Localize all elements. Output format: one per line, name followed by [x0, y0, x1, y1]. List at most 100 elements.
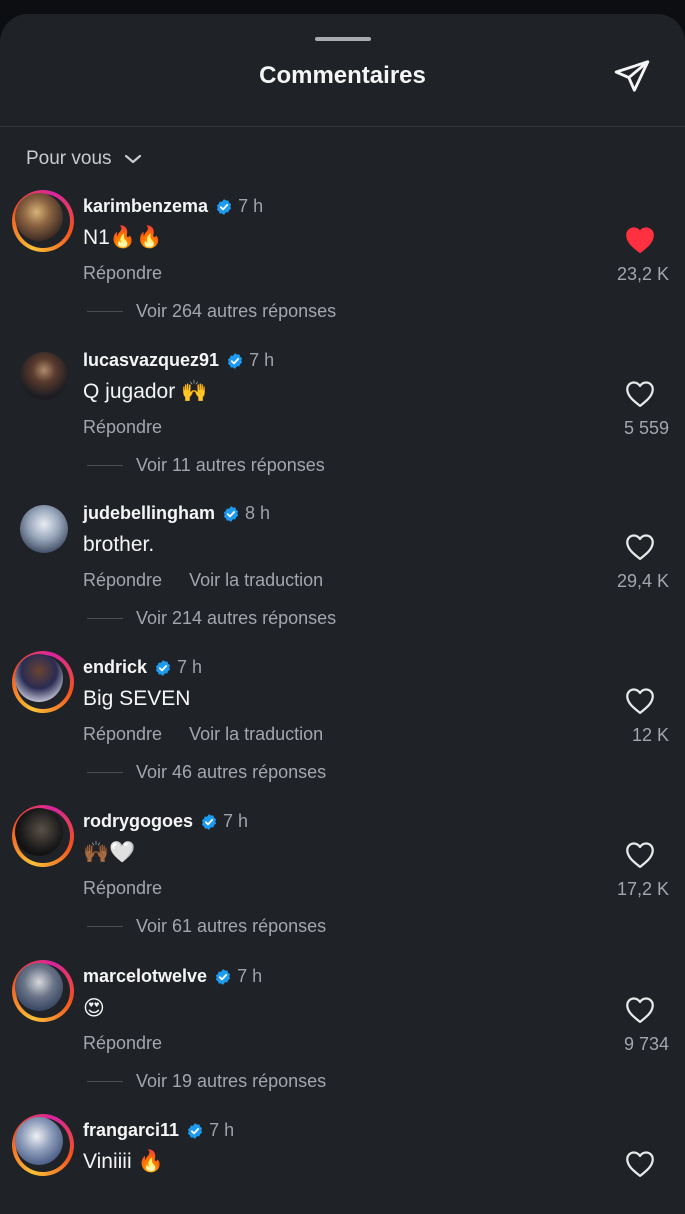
verified-badge-icon: [216, 968, 231, 985]
like-count: 23,2 K: [616, 264, 669, 284]
avatar[interactable]: [12, 651, 74, 713]
avatar-photo: [15, 963, 63, 1011]
like-count: 5 559: [623, 418, 669, 438]
verified-badge-icon: [155, 659, 171, 676]
translate-button[interactable]: Voir la traduction: [189, 724, 323, 745]
view-replies-label: Voir 214 autres réponses: [136, 608, 337, 628]
comment-text: N1🔥🔥: [83, 226, 163, 249]
view-replies-button[interactable]: Voir 46 autres réponses: [87, 762, 326, 783]
avatar-photo: [15, 808, 63, 856]
comment-actions: Répondre: [83, 878, 189, 899]
like-count: 17,2 K: [616, 879, 669, 899]
comment-username[interactable]: marcelotwelve: [83, 966, 207, 987]
translate-button[interactable]: Voir la traduction: [189, 570, 323, 591]
verified-badge-icon: [228, 352, 243, 369]
comments-sheet: Commentaires Pour vous karimbenzema 7 h …: [0, 14, 685, 1214]
comment-actions: Répondre Voir la traduction: [83, 724, 350, 745]
avatar-photo: [15, 654, 63, 702]
replies-divider: [87, 1081, 123, 1082]
heart-icon[interactable]: [625, 226, 655, 254]
heart-icon[interactable]: [625, 996, 655, 1024]
comment-username[interactable]: judebellingham: [83, 503, 215, 524]
comment-time: 7 h: [177, 657, 203, 677]
comment-time: 7 h: [223, 811, 249, 831]
heart-icon[interactable]: [625, 841, 655, 869]
page-title: Commentaires: [259, 62, 426, 89]
comment-text: Viniiii 🔥: [83, 1150, 164, 1173]
reply-button[interactable]: Répondre: [83, 1033, 162, 1054]
view-replies-label: Voir 19 autres réponses: [136, 1071, 327, 1091]
comment-actions: Répondre: [83, 263, 189, 284]
avatar[interactable]: [12, 960, 74, 1022]
reply-button[interactable]: Répondre: [83, 263, 162, 284]
sort-label: Pour vous: [26, 148, 112, 169]
like-count: 9 734: [623, 1034, 669, 1054]
verified-badge-icon: [188, 1122, 203, 1139]
comment-item: frangarci11 7 h Viniiii 🔥: [0, 1114, 685, 1214]
replies-divider: [87, 926, 123, 927]
comment-time: 7 h: [249, 350, 275, 370]
view-replies-button[interactable]: Voir 19 autres réponses: [87, 1071, 326, 1092]
comment-text: Big SEVEN: [83, 687, 191, 710]
comment-username[interactable]: rodrygogoes: [83, 811, 193, 832]
drag-handle[interactable]: [315, 37, 371, 41]
verified-badge-icon: [217, 198, 232, 215]
like-count: 12 K: [631, 725, 669, 745]
avatar-photo: [20, 352, 68, 400]
comment-actions: Répondre: [83, 417, 189, 438]
comment-actions: Répondre Voir la traduction: [83, 570, 350, 591]
view-replies-label: Voir 46 autres réponses: [136, 762, 327, 782]
reply-button[interactable]: Répondre: [83, 724, 162, 745]
comment-item: judebellingham 8 h brother. Répondre Voi…: [0, 497, 685, 647]
send-icon[interactable]: [613, 57, 651, 95]
heart-icon[interactable]: [625, 1150, 655, 1178]
comment-time: 7 h: [237, 966, 263, 986]
comment-username[interactable]: frangarci11: [83, 1120, 179, 1141]
avatar[interactable]: [12, 805, 74, 867]
header-divider: [0, 126, 685, 127]
avatar[interactable]: [12, 1114, 74, 1176]
comment-item: endrick 7 h Big SEVEN Répondre Voir la t…: [0, 651, 685, 801]
comment-time: 7 h: [238, 196, 264, 216]
comment-item: rodrygogoes 7 h 🙌🏾🤍 Répondre Voir 61 aut…: [0, 805, 685, 955]
comment-text: 😍: [83, 997, 105, 1020]
heart-icon[interactable]: [625, 533, 655, 561]
heart-icon[interactable]: [625, 380, 655, 408]
like-count: 29,4 K: [616, 571, 669, 591]
replies-divider: [87, 772, 123, 773]
replies-divider: [87, 618, 123, 619]
replies-divider: [87, 465, 123, 466]
chevron-down-icon: [124, 154, 141, 164]
comment-item: marcelotwelve 7 h 😍 Répondre Voir 19 aut…: [0, 960, 685, 1110]
comment-text: 🙌🏾🤍: [83, 841, 136, 864]
comment-item: lucasvazquez91 7 h Q jugador 🙌 Répondre …: [0, 344, 685, 494]
replies-divider: [87, 311, 123, 312]
verified-badge-icon: [223, 505, 239, 522]
comment-username[interactable]: endrick: [83, 657, 147, 678]
view-replies-button[interactable]: Voir 61 autres réponses: [87, 916, 326, 937]
comment-item: karimbenzema 7 h N1🔥🔥 Répondre Voir 264 …: [0, 190, 685, 340]
comment-time: 8 h: [245, 503, 271, 523]
comment-actions: Répondre: [83, 1033, 189, 1054]
comment-text: Q jugador 🙌: [83, 380, 208, 403]
sort-dropdown[interactable]: Pour vous: [26, 148, 142, 170]
view-replies-button[interactable]: Voir 264 autres réponses: [87, 301, 336, 322]
heart-icon[interactable]: [625, 687, 655, 715]
view-replies-button[interactable]: Voir 11 autres réponses: [87, 455, 325, 476]
avatar-photo: [15, 1117, 63, 1165]
avatar[interactable]: [12, 497, 74, 559]
view-replies-label: Voir 264 autres réponses: [136, 301, 337, 321]
reply-button[interactable]: Répondre: [83, 878, 162, 899]
view-replies-label: Voir 61 autres réponses: [136, 916, 327, 936]
avatar[interactable]: [12, 344, 74, 406]
view-replies-button[interactable]: Voir 214 autres réponses: [87, 608, 336, 629]
view-replies-label: Voir 11 autres réponses: [136, 455, 325, 475]
avatar-photo: [15, 193, 63, 241]
reply-button[interactable]: Répondre: [83, 417, 162, 438]
comment-username[interactable]: karimbenzema: [83, 196, 208, 217]
verified-badge-icon: [201, 813, 217, 830]
comment-username[interactable]: lucasvazquez91: [83, 350, 219, 371]
reply-button[interactable]: Répondre: [83, 570, 162, 591]
avatar[interactable]: [12, 190, 74, 252]
avatar-photo: [20, 505, 68, 553]
